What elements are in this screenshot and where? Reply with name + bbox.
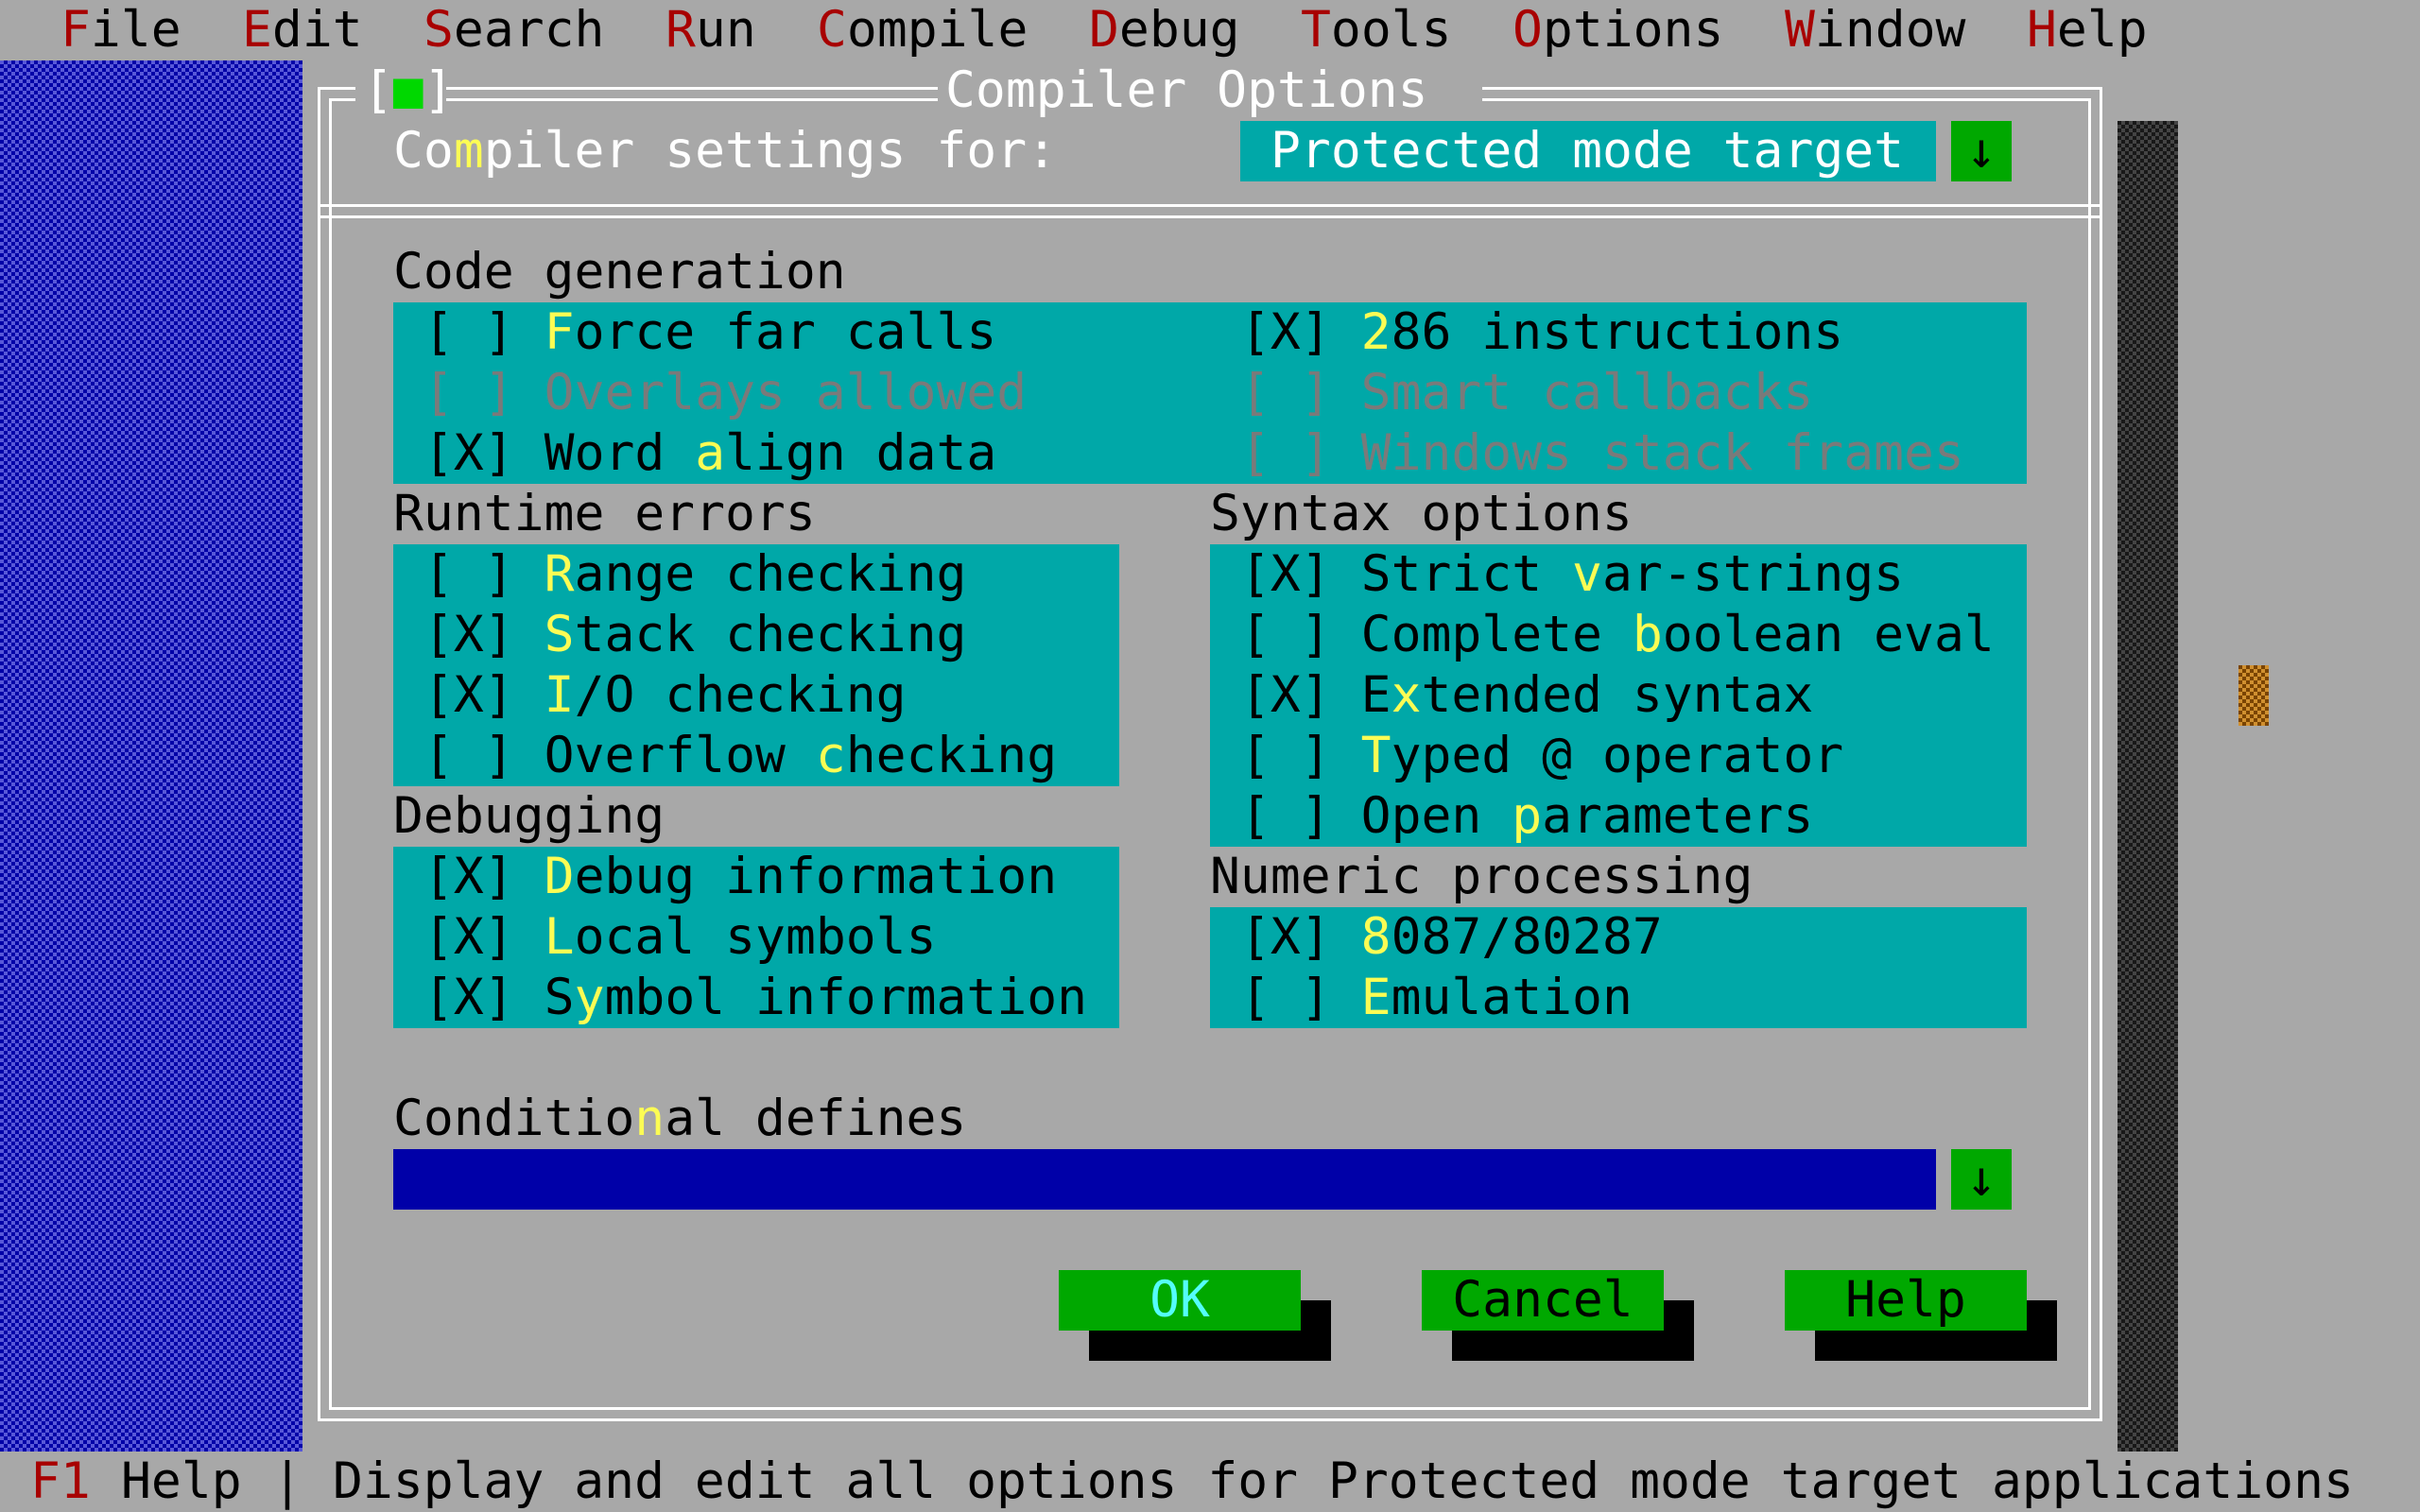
checkbox-stack-checking[interactable]: [X] Stack checking bbox=[424, 605, 966, 665]
runtime-errors-label: Runtime errors bbox=[393, 485, 816, 542]
status-key-f1[interactable]: F1 bbox=[30, 1452, 91, 1512]
menu-run[interactable]: Run bbox=[666, 0, 756, 60]
arrow-down-icon: ↓ bbox=[1966, 122, 1996, 180]
menu-debug[interactable]: Debug bbox=[1089, 0, 1240, 60]
checkbox-extended-syntax[interactable]: [X] Extended syntax bbox=[1240, 665, 1813, 726]
menu-compile[interactable]: Compile bbox=[817, 0, 1028, 60]
menu-options[interactable]: Options bbox=[1512, 0, 1723, 60]
checkbox-range-checking[interactable]: [ ] Range checking bbox=[424, 544, 966, 605]
syntax-options-cluster: [X] Strict var-strings [ ] Complete bool… bbox=[1210, 544, 2027, 847]
menu-search[interactable]: Search bbox=[424, 0, 604, 60]
debugging-cluster: [X] Debug information [X] Local symbols … bbox=[393, 847, 1119, 1028]
conditional-defines-label: Conditional defines bbox=[393, 1090, 967, 1147]
status-key-label[interactable]: Help bbox=[121, 1452, 242, 1512]
code-generation-label: Code generation bbox=[393, 243, 846, 301]
checkbox-286-instructions[interactable]: [X] 286 instructions bbox=[1240, 302, 1843, 363]
checkbox-local-symbols[interactable]: [X] Local symbols bbox=[424, 907, 936, 968]
menu-tools[interactable]: Tools bbox=[1301, 0, 1452, 60]
checkbox-overflow-checking[interactable]: [ ] Overflow checking bbox=[424, 726, 1057, 786]
status-separator: | bbox=[272, 1452, 302, 1510]
checkbox-overlays-allowed: [ ] Overlays allowed bbox=[424, 364, 1028, 421]
conditional-defines-input[interactable] bbox=[393, 1149, 1936, 1210]
target-combo[interactable]: Protected mode target bbox=[1240, 121, 1936, 181]
checkbox-complete-boolean-eval[interactable]: [ ] Complete boolean eval bbox=[1240, 605, 1995, 665]
checkbox-strict-var-strings[interactable]: [X] Strict var-strings bbox=[1240, 544, 1904, 605]
checkbox-8087-80287[interactable]: [X] 8087/80287 bbox=[1240, 907, 1663, 968]
runtime-errors-cluster: [ ] Range checking [X] Stack checking [X… bbox=[393, 544, 1119, 786]
checkbox-word-align-data[interactable]: [X] Word align data bbox=[424, 423, 996, 484]
menu-edit[interactable]: Edit bbox=[242, 0, 363, 60]
menu-help[interactable]: Help bbox=[2027, 0, 2148, 60]
checkbox-windows-stack-frames: [ ] Windows stack frames bbox=[1240, 424, 1964, 482]
dialog-header-separator-2 bbox=[318, 215, 2102, 218]
checkbox-io-checking[interactable]: [X] I/O checking bbox=[424, 665, 907, 726]
close-icon: ■ bbox=[392, 61, 424, 119]
dialog-title: Compiler Options bbox=[945, 61, 1428, 119]
arrow-down-icon: ↓ bbox=[1966, 1150, 1996, 1208]
ok-button[interactable]: OK bbox=[1059, 1270, 1301, 1331]
numeric-processing-label: Numeric processing bbox=[1210, 848, 1754, 905]
debugging-label: Debugging bbox=[393, 787, 666, 845]
checkbox-emulation[interactable]: [ ] Emulation bbox=[1240, 968, 1633, 1028]
code-generation-cluster: [ ] Force far calls [ ] Overlays allowed… bbox=[393, 302, 2027, 484]
checkbox-typed-at-operator[interactable]: [ ] Typed @ operator bbox=[1240, 726, 1843, 786]
checkbox-smart-callbacks: [ ] Smart callbacks bbox=[1240, 364, 1814, 421]
target-dropdown-button[interactable]: ↓ bbox=[1951, 121, 2012, 181]
vertical-scrollbar[interactable] bbox=[2118, 121, 2178, 1452]
checkbox-open-parameters[interactable]: [ ] Open parameters bbox=[1240, 786, 1813, 847]
checkbox-force-far-calls[interactable]: [ ] Force far calls bbox=[424, 302, 996, 363]
status-message: Display and edit all options for Protect… bbox=[333, 1452, 2354, 1510]
help-button[interactable]: Help bbox=[1785, 1270, 2027, 1331]
settings-for-label: Compiler settings for: bbox=[393, 122, 1058, 180]
scrollbar-thumb[interactable] bbox=[2238, 665, 2269, 726]
menu-window[interactable]: Window bbox=[1785, 0, 1965, 60]
checkbox-debug-information[interactable]: [X] Debug information bbox=[424, 847, 1057, 907]
dialog-header-separator bbox=[318, 204, 2102, 207]
close-button[interactable]: [■] bbox=[363, 60, 454, 121]
cancel-button[interactable]: Cancel bbox=[1422, 1270, 1664, 1331]
menu-bar: File Edit Search Run Compile Debug Tools… bbox=[0, 0, 2420, 60]
syntax-options-label: Syntax options bbox=[1210, 485, 1633, 542]
menu-file[interactable]: File bbox=[60, 0, 182, 60]
checkbox-symbol-information[interactable]: [X] Symbol information bbox=[424, 968, 1087, 1028]
defines-history-button[interactable]: ↓ bbox=[1951, 1149, 2012, 1210]
numeric-processing-cluster: [X] 8087/80287 [ ] Emulation bbox=[1210, 907, 2027, 1028]
